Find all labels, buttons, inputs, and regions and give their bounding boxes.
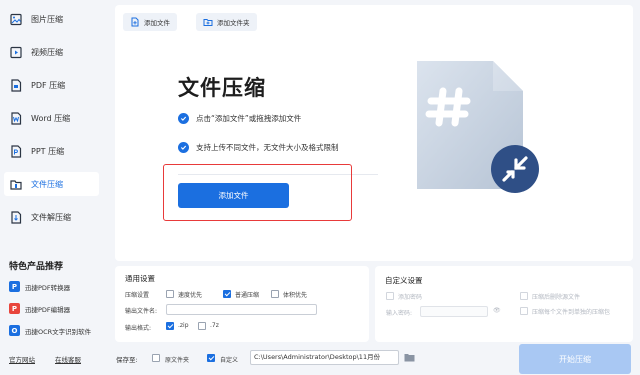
source-folder-label: 原文件夹: [165, 357, 190, 364]
normal-compress-checkbox[interactable]: [223, 290, 231, 298]
feature-point-1: 点击“添加文件”或拖拽添加文件: [178, 113, 301, 124]
start-compress-button[interactable]: 开始压缩: [519, 344, 631, 374]
recommend-label: 迅捷PDF编辑器: [25, 305, 71, 314]
password-input[interactable]: [420, 306, 488, 317]
sidebar-item-label: 文件压缩: [31, 179, 63, 189]
output-format-label: 输出格式:: [125, 325, 152, 332]
sidebar-item-label: 视频压缩: [31, 47, 63, 57]
zip-format-checkbox[interactable]: [166, 322, 174, 330]
main-panel: 添加文件 添加文件夹 文件压缩 点击“添加文件”或拖拽添加文件 支持上传不同文件…: [115, 5, 633, 261]
recommend-item-pdf-editor[interactable]: P 迅捷PDF编辑器: [9, 303, 70, 314]
custom-path-label: 自定义: [220, 357, 239, 364]
online-service-link[interactable]: 在线客服: [55, 354, 81, 364]
sidebar-item-word-compress[interactable]: Word 压缩: [4, 106, 99, 130]
check-icon: [178, 113, 189, 124]
per-file-label: 压缩每个文件到单独的压缩包: [532, 309, 611, 316]
folder-icon: [10, 178, 22, 191]
word-icon: [10, 111, 22, 125]
general-settings-panel: 通用设置 压缩设置 速度优先 普通压缩 体积优先 输出文件名: 输出格式: .z…: [115, 266, 369, 342]
add-file-icon: [131, 17, 139, 27]
add-password-label: 添加密码: [398, 294, 423, 301]
ppt-icon: [10, 144, 22, 158]
speed-priority-label: 速度优先: [178, 292, 203, 299]
show-password-eye-icon[interactable]: 👁: [493, 307, 501, 314]
video-icon: [10, 46, 22, 59]
add-file-button[interactable]: 添加文件: [178, 183, 289, 208]
size-priority-checkbox[interactable]: [271, 290, 279, 298]
add-password-checkbox[interactable]: [386, 292, 394, 300]
general-settings-title: 通用设置: [125, 274, 155, 283]
output-name-input[interactable]: [166, 304, 317, 315]
feature-text: 支持上传不同文件，无文件大小及格式限制: [196, 143, 339, 152]
pdf-icon: [10, 78, 22, 92]
zip-format-label: .zip: [178, 322, 189, 329]
sidebar: 图片压缩 视频压缩 PDF 压缩 Word 压缩 PPT 压缩 文件压缩 文件解…: [0, 0, 108, 375]
save-path-input[interactable]: C:\Users\Administrator\Desktop\11月份: [250, 350, 399, 365]
sidebar-item-image-compress[interactable]: 图片压缩: [4, 7, 99, 31]
add-folder-toolbar-button[interactable]: 添加文件夹: [196, 13, 257, 31]
add-folder-toolbar-label: 添加文件夹: [217, 19, 250, 27]
sidebar-item-file-unzip[interactable]: 文件解压缩: [4, 205, 99, 229]
sidebar-item-label: PPT 压缩: [31, 146, 65, 156]
sidebar-item-video-compress[interactable]: 视频压缩: [4, 40, 99, 64]
feature-text: 点击“添加文件”或拖拽添加文件: [196, 114, 302, 123]
recommend-label: 迅捷PDF转换器: [25, 283, 71, 292]
pdf-editor-icon: P: [9, 303, 20, 314]
check-icon: [178, 142, 189, 153]
add-file-toolbar-button[interactable]: 添加文件: [123, 13, 177, 31]
save-to-label: 保存至:: [116, 356, 138, 364]
sidebar-item-label: 图片压缩: [31, 14, 63, 24]
sidebar-item-label: PDF 压缩: [31, 80, 66, 90]
page-title: 文件压缩: [178, 76, 266, 100]
pdf-converter-icon: P: [9, 281, 20, 292]
sidebar-item-label: 文件解压缩: [31, 212, 71, 222]
size-priority-label: 体积优先: [283, 292, 308, 299]
compress-setting-label: 压缩设置: [125, 292, 150, 299]
compress-document-illustration: [417, 61, 539, 193]
delete-source-checkbox[interactable]: [520, 292, 528, 300]
ocr-icon: O: [9, 325, 20, 336]
recommend-title: 特色产品推荐: [9, 262, 64, 272]
add-file-toolbar-label: 添加文件: [144, 19, 170, 27]
image-icon: [10, 13, 22, 26]
browse-folder-icon[interactable]: [404, 353, 415, 362]
recommend-item-ocr[interactable]: O 迅捷OCR文字识别软件: [9, 325, 91, 336]
sidebar-item-file-compress[interactable]: 文件压缩: [4, 172, 99, 196]
enter-password-label: 输入密码:: [386, 310, 413, 317]
output-name-label: 输出文件名:: [125, 308, 158, 315]
custom-path-checkbox[interactable]: [207, 354, 215, 362]
7z-format-label: .7z: [210, 322, 219, 329]
source-folder-checkbox[interactable]: [152, 354, 160, 362]
speed-priority-checkbox[interactable]: [166, 290, 174, 298]
sidebar-item-ppt-compress[interactable]: PPT 压缩: [4, 139, 99, 163]
recommend-label: 迅捷OCR文字识别软件: [25, 327, 92, 336]
custom-settings-title: 自定义设置: [385, 276, 423, 285]
per-file-checkbox[interactable]: [520, 307, 528, 315]
sidebar-item-pdf-compress[interactable]: PDF 压缩: [4, 73, 99, 97]
add-folder-icon: [203, 19, 213, 26]
7z-format-checkbox[interactable]: [198, 322, 206, 330]
unzip-icon: [10, 210, 22, 224]
feature-point-2: 支持上传不同文件，无文件大小及格式限制: [178, 142, 339, 153]
recommend-item-pdf-converter[interactable]: P 迅捷PDF转换器: [9, 281, 70, 292]
official-site-link[interactable]: 官方网站: [9, 354, 35, 364]
delete-source-label: 压缩后删除源文件: [532, 294, 581, 301]
sidebar-item-label: Word 压缩: [31, 113, 71, 123]
custom-settings-panel: 自定义设置 添加密码 输入密码: 👁 压缩后删除源文件 压缩每个文件到单独的压缩…: [375, 266, 633, 342]
normal-compress-label: 普通压缩: [235, 292, 260, 299]
